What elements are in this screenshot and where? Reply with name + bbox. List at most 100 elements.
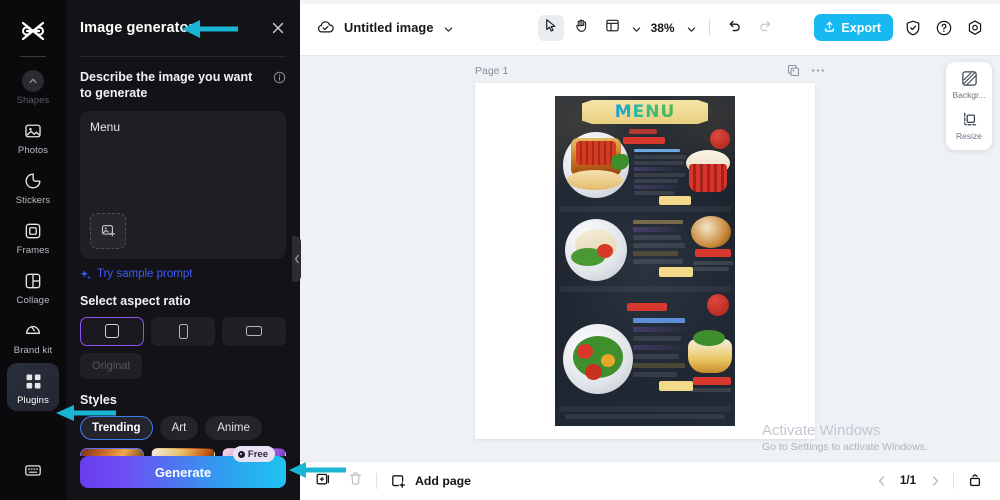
style-thumbnail[interactable] [80,447,144,456]
sparkle-icon [80,268,92,280]
sidebar-item-label: Frames [16,245,50,256]
poster-text [693,267,729,271]
capcut-image-generator-window: Shapes Photos Stickers Frames Collage Br… [0,0,1000,500]
poster-text [634,167,682,171]
select-tool-button[interactable] [537,14,564,41]
keyboard-shortcuts-button[interactable] [7,452,59,486]
brandkit-icon [22,320,44,342]
shield-check-icon[interactable] [902,17,924,39]
generate-button[interactable]: Generate Free [80,446,286,488]
gear-icon[interactable] [964,17,986,39]
poster-text [633,227,687,232]
style-tab-anime[interactable]: Anime [205,415,262,440]
zoom-level[interactable]: 38% [651,21,675,35]
aspect-ratio-label: Select aspect ratio [80,293,191,308]
layout-tool-button[interactable] [600,15,626,41]
poster-tag [693,377,731,385]
portrait-icon [178,323,188,339]
info-icon[interactable] [273,71,286,84]
poster-divider [559,406,731,412]
page-header-actions [787,64,825,77]
close-icon[interactable] [268,18,288,38]
artboard[interactable]: MENU [475,83,815,439]
poster-price-box [659,267,693,277]
sidebar-item-brand-kit[interactable]: Brand kit [7,313,59,361]
undo-button[interactable] [722,15,748,41]
resize-icon [961,111,978,128]
style-tab-trending[interactable]: Trending [80,415,153,440]
question-circle-icon[interactable] [933,17,955,39]
page-indicator: 1/1 [900,475,916,487]
page-header-bar: Page 1 [475,64,825,77]
aspect-ratio-square-button[interactable] [80,316,144,346]
sidebar-item-label: Brand kit [13,345,53,356]
poster-text [633,251,678,256]
add-image-icon[interactable] [90,212,126,249]
try-sample-prompt-button[interactable]: Try sample prompt [80,268,286,280]
poster-text [633,363,685,368]
resize-tool-label: Resize [956,131,982,141]
keyboard-shortcuts-icon [22,459,44,481]
redo-icon [758,18,773,38]
sidebar-item-photos[interactable]: Photos [7,113,59,161]
style-thumbnail[interactable] [151,447,215,456]
poster-text [633,235,681,240]
generated-menu-poster[interactable]: MENU [555,96,735,426]
chevron-down-icon[interactable] [443,22,454,33]
aspect-ratio-portrait-button[interactable] [151,316,215,346]
coin-icon [237,450,245,458]
poster-text [633,220,683,224]
export-button[interactable]: Export [814,14,893,41]
sidebar-item-plugins[interactable]: Plugins [7,363,59,411]
sidebar-item-label: Photos [17,145,49,156]
background-tool-label: Backgr... [952,90,986,100]
zoom-chevron-down-icon[interactable] [686,22,697,33]
canvas-area[interactable]: Page 1 MENU Backgr... Resize Activate Wi… [300,56,1000,461]
prompt-input[interactable]: Menu [80,110,286,259]
sidebar-item-frames[interactable]: Frames [7,213,59,261]
style-tab-art[interactable]: Art [159,415,199,440]
panel-collapse-handle[interactable] [292,236,301,282]
next-page-icon[interactable] [926,473,943,490]
poster-divider [559,206,731,212]
plugins-grid-icon [22,370,44,392]
poster-food-image [597,244,613,258]
resize-tool[interactable]: Resize [946,111,992,141]
sidebar-item-shapes[interactable]: Shapes [7,63,59,111]
sidebar-item-stickers[interactable]: Stickers [7,163,59,211]
toolbar-divider [708,19,710,36]
poster-food-image [585,364,602,380]
sidebar-item-collage[interactable]: Collage [7,263,59,311]
redo-button[interactable] [753,15,779,41]
hand-tool-button[interactable] [569,15,595,41]
background-tool[interactable]: Backgr... [946,70,992,100]
poster-food-image [689,164,727,192]
aspect-ratio-group [80,316,286,346]
capcut-logo-icon[interactable] [13,14,53,48]
delete-page-button[interactable] [344,470,366,492]
chevron-up-icon[interactable] [22,70,44,92]
duplicate-page-icon[interactable] [787,64,800,77]
layout-chevron-down-icon[interactable] [631,22,642,33]
poster-price-box [659,196,691,205]
aspect-ratio-landscape-button[interactable] [222,316,286,346]
poster-text [633,372,677,377]
bottom-left-group: Add page [300,470,471,492]
document-title-group[interactable]: Untitled image [300,18,454,37]
top-toolbar: Untitled image 38% Export [300,0,1000,56]
more-options-icon[interactable] [811,68,825,73]
poster-text [634,185,687,189]
bottom-divider [376,473,377,489]
poster-text [633,243,685,248]
photo-icon [22,120,44,142]
add-page-button[interactable]: Add page [387,470,471,492]
panel-header: Image generator [66,0,300,56]
duplicate-page-button[interactable] [312,470,334,492]
topbar-right-group: Export [814,14,1000,41]
prev-page-icon[interactable] [873,473,890,490]
aspect-ratio-original-button[interactable]: Original [80,352,142,379]
pages-panel-icon[interactable] [964,470,986,492]
poster-divider [559,286,731,292]
style-tab-label: Anime [217,421,250,434]
watermark-subtitle: Go to Settings to activate Windows. [762,441,928,453]
